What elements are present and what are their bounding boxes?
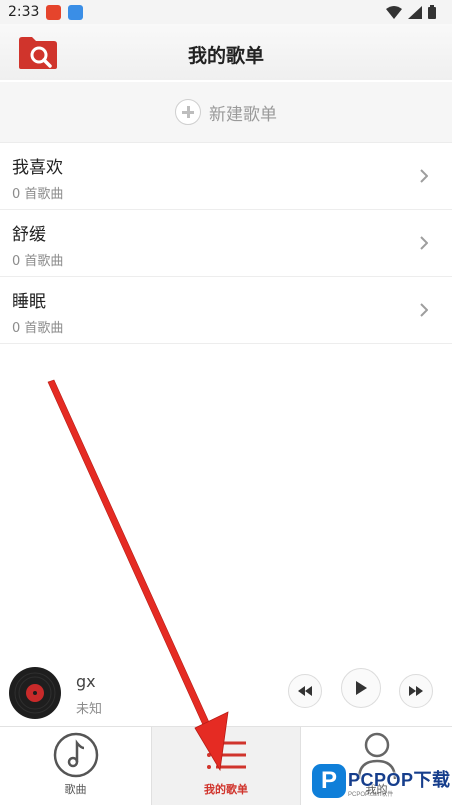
tab-label: 歌曲 <box>64 783 87 796</box>
next-icon <box>409 686 423 696</box>
tab-songs[interactable]: 歌曲 <box>0 727 151 805</box>
signal-icon <box>408 5 422 19</box>
status-bar: 2:33 <box>0 0 452 24</box>
mini-player: gx 未知 <box>0 658 452 726</box>
previous-icon <box>298 686 312 696</box>
track-artist: 未知 <box>76 702 103 717</box>
previous-button[interactable] <box>288 674 322 708</box>
playlist-item[interactable]: 我喜欢 0 首歌曲 <box>0 143 452 210</box>
list-icon <box>207 741 246 769</box>
watermark-badge: P <box>312 764 346 798</box>
playlist-name: 睡眠 <box>12 292 46 312</box>
page-title: 我的歌单 <box>187 45 264 67</box>
battery-icon <box>428 5 436 19</box>
new-playlist-button[interactable]: 新建歌单 <box>0 82 452 143</box>
chevron-right-icon <box>420 303 428 317</box>
plus-circle-icon <box>175 99 201 125</box>
play-icon <box>356 681 367 695</box>
next-button[interactable] <box>399 674 433 708</box>
music-note-icon <box>53 732 98 778</box>
playlist-song-count: 0 首歌曲 <box>12 187 64 202</box>
tab-label: 我的歌单 <box>204 783 248 796</box>
playlist-item[interactable]: 舒缓 0 首歌曲 <box>0 210 452 277</box>
tab-my-playlists[interactable]: 我的歌单 <box>151 727 301 805</box>
chevron-right-icon <box>420 169 428 183</box>
app-notification-icon <box>46 4 62 20</box>
new-playlist-label: 新建歌单 <box>209 104 277 125</box>
playlist-list: 我喜欢 0 首歌曲 舒缓 0 首歌曲 睡眠 0 首歌曲 <box>0 143 452 344</box>
status-right-icons <box>386 5 436 19</box>
playlist-item[interactable]: 睡眠 0 首歌曲 <box>0 277 452 344</box>
status-time: 2:33 <box>8 4 40 20</box>
pcpop-watermark: P PCPOP下载 PCPOP.com软件 <box>312 762 452 804</box>
playlist-song-count: 0 首歌曲 <box>12 321 64 336</box>
play-button[interactable] <box>341 668 381 708</box>
playlist-song-count: 0 首歌曲 <box>12 254 64 269</box>
wifi-icon <box>386 5 402 19</box>
chevron-right-icon <box>420 236 428 250</box>
vinyl-disc-icon[interactable] <box>8 666 62 720</box>
track-title: gx <box>76 672 96 691</box>
watermark-subtext: PCPOP.com软件 <box>348 792 394 798</box>
app-header: 我的歌单 <box>0 24 452 80</box>
gallery-icon <box>68 4 84 20</box>
playlist-name: 我喜欢 <box>12 158 63 178</box>
playlist-name: 舒缓 <box>12 225 46 245</box>
